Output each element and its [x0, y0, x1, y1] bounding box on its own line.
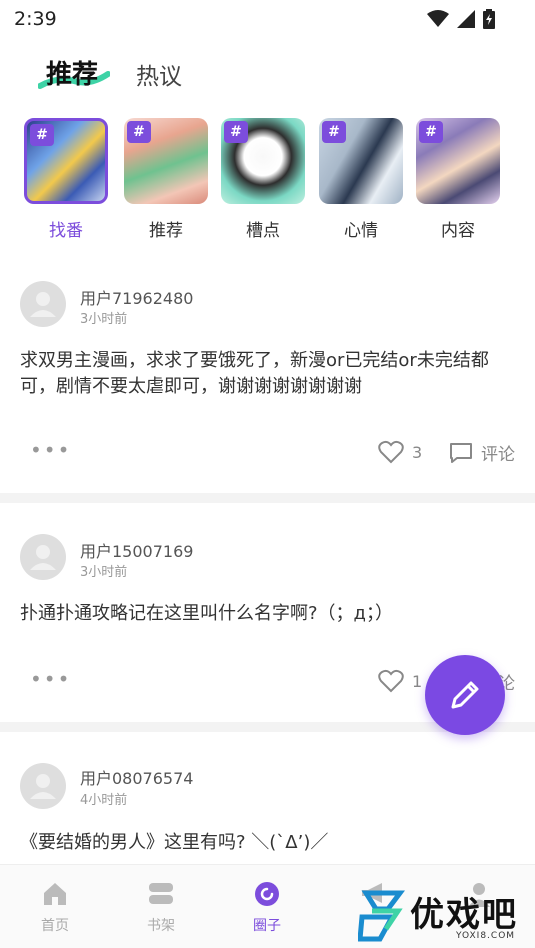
post-card[interactable]: 用户08076574 4小时前 《要结婚的男人》这里有吗? ＼(`Δ’)／ — [0, 752, 535, 864]
nav-home[interactable]: 首页 — [20, 879, 90, 935]
post-time: 4小时前 — [80, 793, 128, 808]
battery-icon — [483, 9, 495, 29]
hash-badge: # — [30, 124, 54, 146]
create-post-button[interactable] — [425, 655, 505, 735]
category-thumbnail: # — [124, 118, 208, 204]
comment-icon — [450, 442, 472, 463]
home-icon — [44, 883, 66, 905]
like-count: 3 — [412, 442, 423, 462]
circle-icon — [255, 882, 279, 906]
more-options-button[interactable]: ••• — [30, 667, 71, 691]
tab-hot-discussion[interactable]: 热议 — [136, 57, 182, 91]
post-content[interactable]: 求双男主漫画，求求了要饿死了，新漫or已完结or未完结都可，剧情不要太虐即可，谢… — [20, 348, 520, 400]
category-label: 内容 — [441, 221, 475, 241]
bookshelf-icon — [149, 883, 173, 904]
nav-label: 首页 — [41, 918, 69, 934]
nav-bookshelf[interactable]: 书架 — [126, 879, 196, 935]
default-avatar-icon — [30, 292, 56, 317]
status-time: 2:39 — [14, 8, 57, 30]
category-label: 槽点 — [246, 221, 280, 241]
comment-button[interactable]: 评论 — [449, 440, 515, 465]
heart-icon — [378, 669, 404, 693]
hash-badge: # — [419, 121, 443, 143]
category-mood[interactable]: # 心情 — [319, 118, 403, 241]
category-recommend[interactable]: # 推荐 — [124, 118, 208, 241]
avatar[interactable] — [20, 763, 66, 809]
category-thumbnail: # — [221, 118, 305, 204]
like-button[interactable]: 3 — [378, 440, 422, 464]
more-options-button[interactable]: ••• — [30, 438, 71, 462]
like-count: 1 — [412, 671, 423, 691]
like-button[interactable]: 1 — [378, 669, 422, 693]
watermark-text: 优戏吧 — [410, 895, 518, 935]
post-time: 3小时前 — [80, 565, 128, 580]
post-time: 3小时前 — [80, 312, 128, 327]
category-thumbnail: # — [416, 118, 500, 204]
watermark-logo-icon — [358, 890, 405, 942]
watermark-url: YOXI8.COM — [456, 931, 516, 941]
avatar[interactable] — [20, 534, 66, 580]
category-thumbnail: # — [24, 118, 108, 204]
category-content[interactable]: # 内容 — [416, 118, 500, 241]
post-username[interactable]: 用户08076574 — [80, 765, 193, 789]
status-icons — [427, 9, 495, 29]
category-label: 找番 — [49, 221, 83, 241]
post-content[interactable]: 《要结婚的男人》这里有吗? ＼(`Δ’)／ — [20, 830, 520, 856]
comment-label: 评论 — [481, 445, 515, 465]
watermark: 优戏吧 YOXI8.COM — [358, 885, 535, 948]
category-find-anime[interactable]: # 找番 — [24, 118, 108, 241]
post-content[interactable]: 扑通扑通攻略记在这里叫什么名字啊?（；д；） — [20, 601, 520, 627]
default-avatar-icon — [30, 774, 56, 799]
category-row: # 找番 # 推荐 # 槽点 # 心情 # 内容 — [0, 118, 535, 248]
pencil-icon — [451, 681, 479, 709]
tab-recommend[interactable]: 推荐 — [46, 54, 98, 91]
category-label: 推荐 — [149, 221, 183, 241]
default-avatar-icon — [30, 545, 56, 570]
hash-badge: # — [322, 121, 346, 143]
signal-icon — [457, 10, 475, 28]
post-card[interactable]: 用户71962480 3小时前 求双男主漫画，求求了要饿死了，新漫or已完结or… — [0, 270, 535, 492]
hash-badge: # — [224, 121, 248, 143]
divider — [0, 493, 535, 503]
post-username[interactable]: 用户15007169 — [80, 538, 193, 562]
status-bar: 2:39 — [0, 0, 535, 40]
nav-circle[interactable]: 圈子 — [232, 879, 302, 935]
category-label: 心情 — [344, 221, 378, 241]
nav-label: 书架 — [147, 918, 175, 934]
category-complaints[interactable]: # 槽点 — [221, 118, 305, 241]
nav-label: 圈子 — [253, 918, 281, 934]
category-thumbnail: # — [319, 118, 403, 204]
heart-icon — [378, 440, 404, 464]
avatar[interactable] — [20, 281, 66, 327]
wifi-icon — [427, 10, 449, 27]
post-username[interactable]: 用户71962480 — [80, 285, 193, 309]
hash-badge: # — [127, 121, 151, 143]
top-tabs: 推荐 热议 — [0, 48, 535, 100]
